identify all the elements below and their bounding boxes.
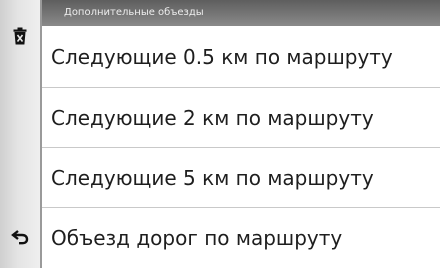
page-title: Дополнительные объезды: [42, 0, 440, 26]
detour-options-screen: Дополнительные объезды Следующие 0.5 км …: [0, 0, 440, 268]
detour-option-label: Следующие 2 км по маршруту: [51, 105, 374, 130]
detour-option-roads[interactable]: Объезд дорог по маршруту: [42, 208, 440, 268]
detour-option-0-5km[interactable]: Следующие 0.5 км по маршруту: [42, 26, 440, 88]
detour-option-label: Следующие 5 км по маршруту: [51, 165, 374, 190]
delete-button[interactable]: [0, 0, 40, 72]
side-toolbar: [0, 0, 42, 268]
detour-options-list: Дополнительные объезды Следующие 0.5 км …: [42, 0, 440, 268]
detour-option-label: Объезд дорог по маршруту: [51, 226, 343, 250]
trash-icon: [13, 27, 27, 45]
detour-option-label: Следующие 0.5 км по маршруту: [51, 44, 393, 69]
detour-option-5km[interactable]: Следующие 5 км по маршруту: [42, 148, 440, 208]
back-arrow-icon: [11, 229, 29, 244]
back-button[interactable]: [0, 205, 40, 268]
detour-option-2km[interactable]: Следующие 2 км по маршруту: [42, 88, 440, 148]
